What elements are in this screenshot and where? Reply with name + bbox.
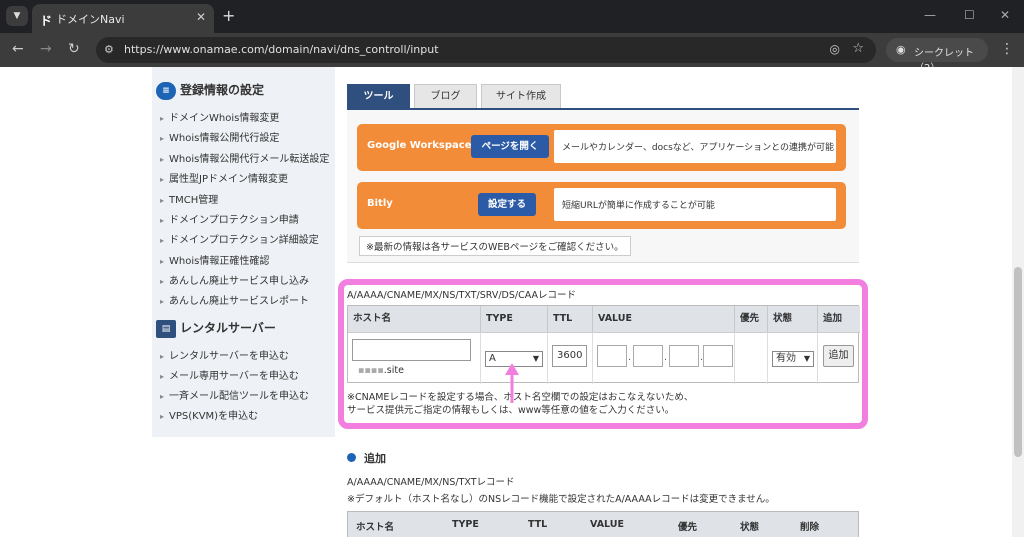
browser-toolbar: ← → ↻ ⚙ https://www.onamae.com/domain/na… — [0, 33, 1024, 74]
bookmark-star-icon[interactable]: ☆ — [852, 41, 864, 56]
tab-search-icon[interactable]: ▼ — [6, 6, 28, 26]
google-workspace-name: Google Workspace — [367, 140, 472, 151]
database-icon: ≡ — [156, 81, 176, 100]
sidebar-item[interactable]: Whois情報正確性確認 — [160, 252, 269, 267]
sidebar-item[interactable]: あんしん廃止サービスレポート — [160, 292, 309, 307]
open-page-button[interactable]: ページを開く — [471, 135, 549, 158]
header-priority: 優先 — [678, 522, 698, 533]
maximize-icon[interactable]: ☐ — [964, 8, 975, 22]
scrollbar-thumb[interactable] — [1014, 267, 1022, 457]
header-type: TYPE — [452, 519, 479, 530]
tab-close-icon[interactable]: ✕ — [196, 10, 206, 24]
address-bar[interactable]: ⚙ https://www.onamae.com/domain/navi/dns… — [96, 37, 876, 63]
sidebar-item[interactable]: 一斉メール配信ツールを申込む — [160, 387, 309, 402]
incognito-badge[interactable]: ◉ シークレット（2） — [886, 38, 988, 74]
tab-title: ドメインNavi — [56, 13, 125, 26]
add-section-title: A/AAAA/CNAME/MX/NS/TXTレコード — [347, 477, 515, 488]
sidebar-item[interactable]: ドメインプロテクション詳細設定 — [160, 231, 319, 246]
bitly-row: Bitly 設定する 短縮URLが簡単に作成することが可能 — [357, 182, 846, 229]
sidebar: ≡ 登録情報の設定 ドメインWhois情報変更 Whois情報公開代行設定 Who… — [152, 67, 335, 437]
browser-tab-bar: ▼ ド ドメインNavi ✕ + — ☐ ✕ — [0, 0, 1024, 33]
sidebar-item[interactable]: メール専用サーバーを申込む — [160, 367, 299, 382]
tab-tools[interactable]: ツール — [347, 84, 410, 108]
sidebar-item[interactable]: Whois情報公開代行メール転送設定 — [160, 150, 329, 165]
configure-button[interactable]: 設定する — [478, 193, 536, 216]
page-content: ≡ 登録情報の設定 ドメインWhois情報変更 Whois情報公開代行設定 Who… — [0, 67, 1012, 537]
site-favicon-icon: ド — [40, 14, 53, 28]
incognito-icon: ◉ — [896, 43, 906, 56]
forward-icon[interactable]: → — [40, 41, 52, 57]
header-delete: 削除 — [800, 522, 820, 533]
add-section-note: ※デフォルト（ホスト名なし）のNSレコード機能で設定されたA/AAAAレコードは… — [347, 494, 775, 505]
page-scrollbar[interactable] — [1012, 67, 1024, 537]
site-info-icon[interactable]: ⚙ — [104, 43, 114, 56]
server-icon: ▤ — [156, 319, 176, 338]
header-status: 状態 — [740, 522, 760, 533]
sidebar-item[interactable]: レンタルサーバーを申込む — [160, 347, 289, 362]
sidebar-item[interactable]: あんしん廃止サービス申し込み — [160, 272, 309, 287]
browser-menu-icon[interactable]: ⋮ — [1000, 41, 1014, 57]
new-tab-icon[interactable]: + — [222, 6, 235, 25]
highlight-frame — [338, 279, 868, 429]
bitly-name: Bitly — [367, 198, 393, 209]
minimize-icon[interactable]: — — [924, 8, 936, 22]
sidebar-section-title: レンタルサーバー — [180, 321, 276, 335]
reload-icon[interactable]: ↻ — [68, 41, 80, 57]
google-workspace-desc: メールやカレンダー、docsなど、アプリケーションとの連携が可能 — [554, 130, 836, 163]
window-close-icon[interactable]: ✕ — [1000, 8, 1010, 22]
sidebar-item[interactable]: TMCH管理 — [160, 191, 218, 206]
url-text[interactable]: https://www.onamae.com/domain/navi/dns_c… — [124, 43, 439, 56]
add-section-heading: 追加 — [347, 450, 386, 466]
header-host: ホスト名 — [356, 522, 395, 533]
tab-site-builder[interactable]: サイト作成 — [481, 84, 561, 108]
tools-note: ※最新の情報は各サービスのWEBページをご確認ください。 — [359, 236, 631, 256]
bitly-desc: 短縮URLが簡単に作成することが可能 — [554, 188, 836, 221]
sidebar-item[interactable]: 属性型JPドメイン情報変更 — [160, 170, 288, 185]
sidebar-section-registration: ≡ 登録情報の設定 — [156, 81, 264, 103]
tab-blog[interactable]: ブログ — [414, 84, 477, 108]
sidebar-item[interactable]: Whois情報公開代行設定 — [160, 129, 279, 144]
sidebar-section-title: 登録情報の設定 — [180, 83, 265, 97]
header-value: VALUE — [590, 519, 624, 530]
sidebar-item[interactable]: ドメインWhois情報変更 — [160, 109, 279, 124]
sidebar-item[interactable]: VPS(KVM)を申込む — [160, 407, 258, 422]
google-workspace-row: Google Workspace ページを開く メールやカレンダー、docsなど… — [357, 124, 846, 171]
back-icon[interactable]: ← — [12, 41, 24, 57]
header-ttl: TTL — [528, 519, 548, 530]
browser-tab[interactable]: ド ドメインNavi ✕ — [32, 4, 214, 33]
add-section-heading-text: 追加 — [364, 452, 386, 465]
existing-records-table: ホスト名 TYPE TTL VALUE 優先 状態 削除 — [347, 511, 859, 537]
bullet-icon — [347, 453, 356, 462]
sidebar-section-rental-server: ▤ レンタルサーバー — [156, 319, 276, 341]
eye-off-icon[interactable]: ◎ — [830, 42, 840, 56]
sidebar-item[interactable]: ドメインプロテクション申請 — [160, 211, 299, 226]
